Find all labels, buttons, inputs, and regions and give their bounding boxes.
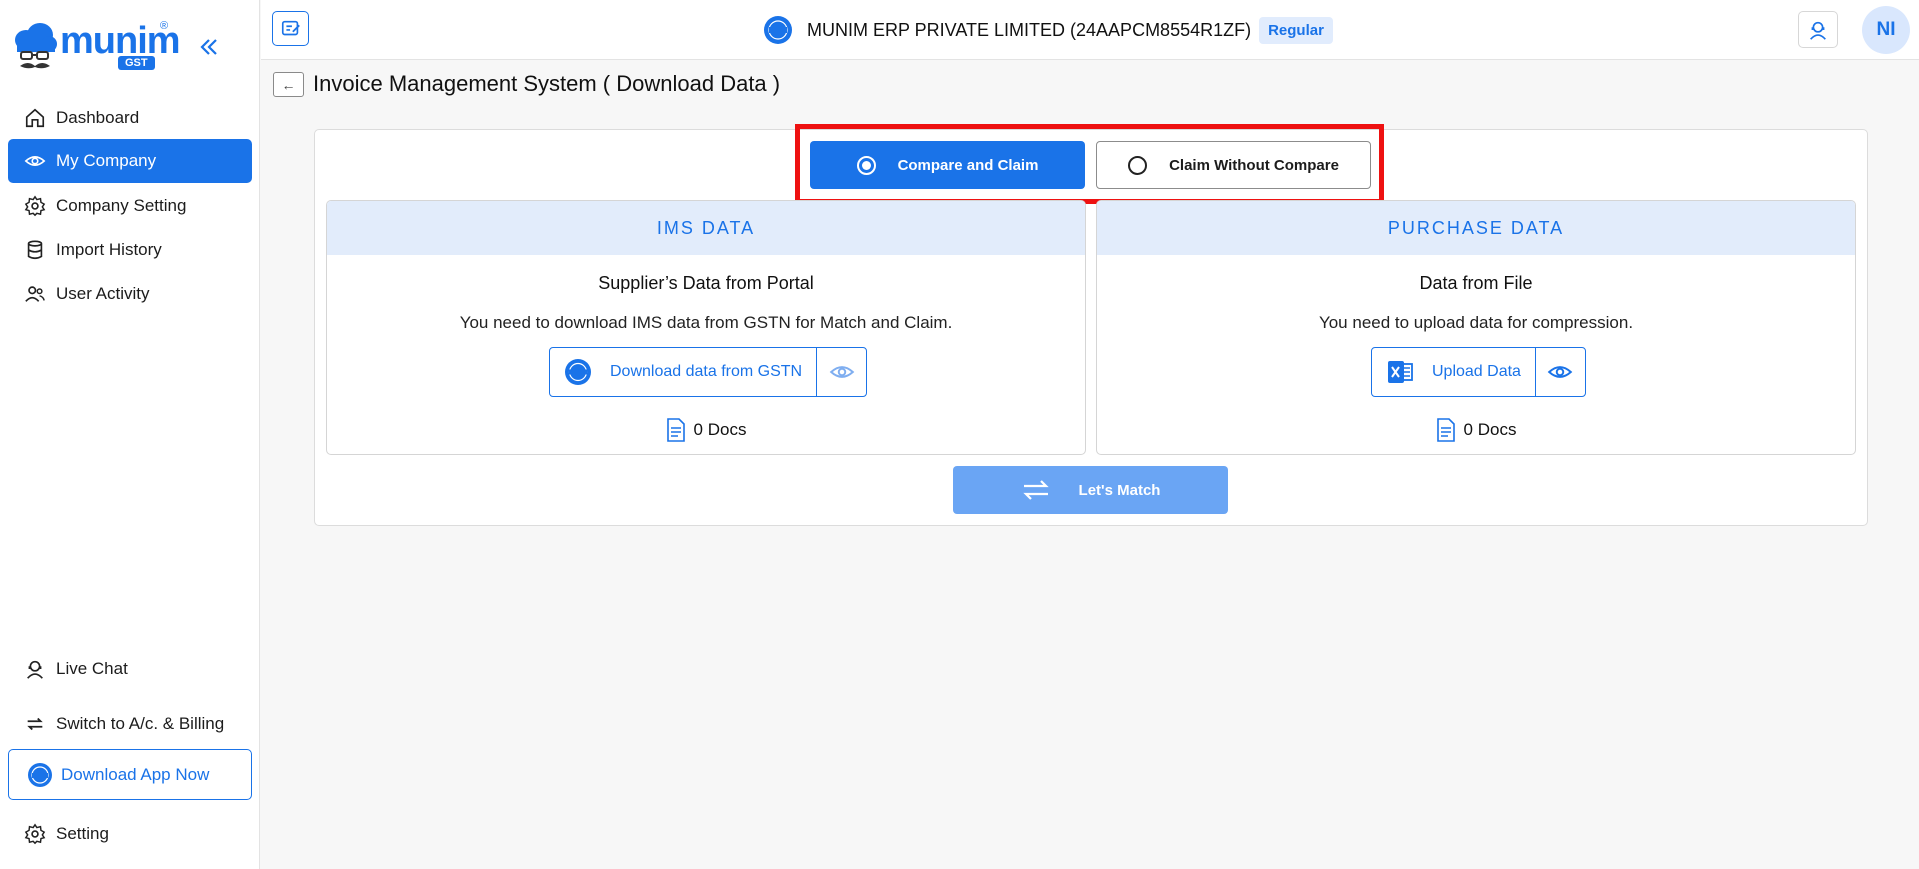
view-ims-button[interactable] <box>816 348 866 396</box>
document-icon <box>1436 418 1456 442</box>
docs-label: 0 Docs <box>693 420 747 439</box>
sidebar-item-label: User Activity <box>56 284 150 303</box>
edit-note-icon <box>281 20 300 35</box>
lets-match-button[interactable]: Let's Match <box>953 466 1228 514</box>
cloud-mascot-icon <box>15 23 57 69</box>
collapse-sidebar-icon[interactable] <box>198 36 226 64</box>
download-gstn-button[interactable]: Download data from GSTN <box>550 348 816 396</box>
sidebar-item-label: Setting <box>56 824 109 843</box>
gst-seal-icon <box>27 762 53 788</box>
purchase-docs-count: 0 Docs <box>1097 418 1855 442</box>
switch-billing-button[interactable]: Switch to A/c. & Billing <box>8 702 252 746</box>
switch-arrows-icon <box>24 713 46 735</box>
company-name: MUNIM ERP PRIVATE LIMITED (24AAPCM8554R1… <box>807 19 1252 40</box>
upload-data-label: Upload Data <box>1432 363 1521 380</box>
sidebar-item-dashboard[interactable]: Dashboard <box>8 96 252 140</box>
sidebar: munim ® GST Dashboard My Company Company… <box>0 0 260 869</box>
gear-icon <box>24 823 46 845</box>
sidebar-item-company-setting[interactable]: Company Setting <box>8 184 252 228</box>
lets-match-label: Let's Match <box>1078 481 1161 499</box>
eye-icon <box>1548 366 1573 378</box>
claim-without-compare-option[interactable]: Claim Without Compare <box>1096 141 1371 189</box>
panel-description: You need to download IMS data from GSTN … <box>459 313 953 332</box>
panel-heading: IMS DATA <box>327 201 1085 255</box>
option-label: Claim Without Compare <box>1169 156 1339 174</box>
logo-registered-mark: ® <box>160 20 169 32</box>
download-app-label: Download App Now <box>61 764 210 784</box>
support-agent-icon <box>1810 21 1826 40</box>
logo-gst-badge: GST <box>118 56 155 70</box>
upload-data-button[interactable]: Upload Data <box>1372 348 1535 396</box>
top-bar: MUNIM ERP PRIVATE LIMITED (24AAPCM8554R1… <box>261 0 1919 60</box>
radio-selected-icon <box>856 155 876 175</box>
gear-icon <box>24 195 46 217</box>
ims-data-panel: IMS DATA Supplier’s Data from Portal You… <box>326 200 1086 455</box>
sidebar-item-user-activity[interactable]: User Activity <box>8 272 252 316</box>
sidebar-item-import-history[interactable]: Import History <box>8 228 252 272</box>
panel-subtitle: Data from File <box>1419 273 1533 293</box>
view-purchase-button[interactable] <box>1534 348 1585 396</box>
swap-arrows-icon <box>1021 477 1051 503</box>
download-gstn-group: Download data from GSTN <box>549 347 868 397</box>
purchase-data-panel: PURCHASE DATA Data from File You need to… <box>1096 200 1856 455</box>
document-icon <box>666 418 686 442</box>
live-chat-label: Live Chat <box>56 659 128 678</box>
eye-icon <box>829 366 854 378</box>
sidebar-item-label: Import History <box>56 240 162 259</box>
munim-logo: munim ® GST <box>12 20 181 76</box>
radio-unselected-icon <box>1128 155 1148 175</box>
page-title: Invoice Management System ( Download Dat… <box>313 71 781 96</box>
panel-heading: PURCHASE DATA <box>1097 201 1855 255</box>
compare-and-claim-option[interactable]: Compare and Claim <box>810 141 1085 189</box>
database-icon <box>24 239 46 261</box>
sidebar-item-my-company[interactable]: My Company <box>8 139 252 183</box>
gst-seal-icon <box>564 358 592 386</box>
upload-data-group: Upload Data <box>1371 347 1586 397</box>
home-icon <box>24 107 46 129</box>
ims-docs-count: 0 Docs <box>327 418 1085 442</box>
sidebar-item-setting[interactable]: Setting <box>8 812 252 856</box>
company-info: MUNIM ERP PRIVATE LIMITED (24AAPCM8554R1… <box>763 14 1333 46</box>
user-avatar[interactable]: NI <box>1862 6 1910 54</box>
option-label: Compare and Claim <box>897 156 1039 174</box>
notes-button[interactable] <box>272 11 309 46</box>
gst-seal-icon <box>764 16 792 44</box>
headset-icon <box>24 658 46 680</box>
eye-icon <box>24 150 46 172</box>
docs-label: 0 Docs <box>1463 420 1517 439</box>
sidebar-item-label: My Company <box>56 151 157 170</box>
support-button[interactable] <box>1798 11 1838 48</box>
live-chat-button[interactable]: Live Chat <box>8 647 252 691</box>
company-type-badge: Regular <box>1259 16 1333 44</box>
users-icon <box>24 283 46 305</box>
sidebar-item-label: Company Setting <box>56 196 187 215</box>
panel-subtitle: Supplier’s Data from Portal <box>598 273 814 293</box>
download-app-button[interactable]: Download App Now <box>8 749 252 800</box>
sidebar-item-label: Dashboard <box>56 108 140 127</box>
panel-description: You need to upload data for compression. <box>1318 313 1634 332</box>
download-gstn-label: Download data from GSTN <box>610 363 803 380</box>
switch-billing-label: Switch to A/c. & Billing <box>56 714 225 733</box>
excel-file-icon <box>1386 358 1414 386</box>
back-button[interactable]: ← <box>273 72 304 97</box>
